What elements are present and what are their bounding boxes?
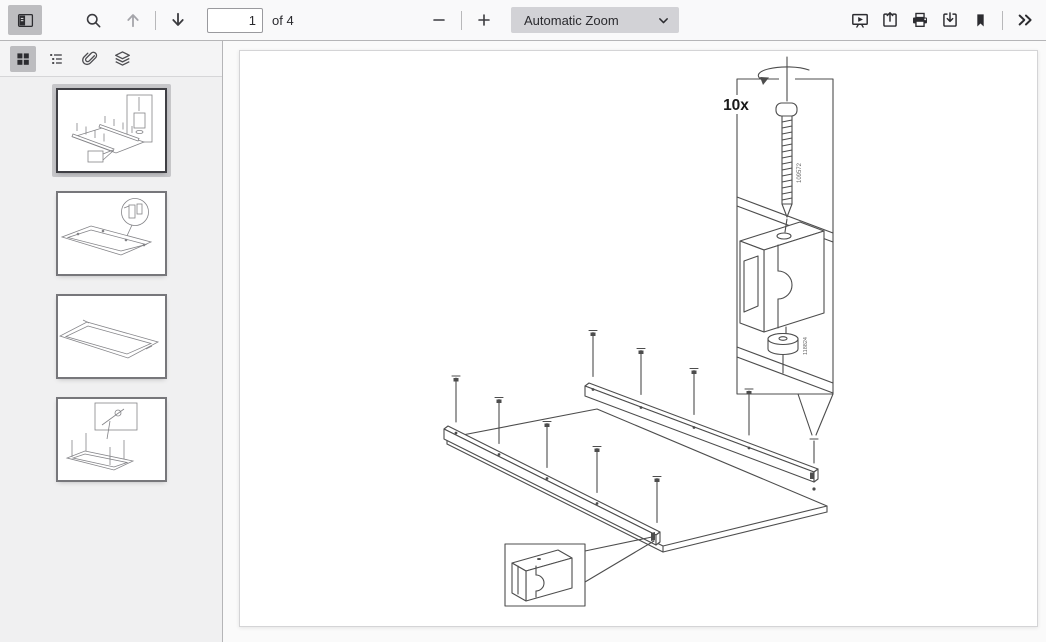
screw-part-number-label: 109572 (797, 162, 803, 183)
save-icon (941, 11, 959, 29)
presentation-mode-button[interactable] (845, 5, 875, 35)
arrow-up-icon (124, 11, 142, 29)
sidebar-toolbar (0, 41, 222, 77)
paperclip-icon (81, 50, 98, 67)
rail-end-detail-box (505, 537, 654, 606)
more-tools-button[interactable] (1010, 5, 1040, 35)
pdf-page-1: 10x 109572 118824 (239, 50, 1038, 627)
sidebar (0, 41, 223, 642)
pdf-viewer-app: of 4 Automatic Zoom (0, 0, 1046, 642)
bookmark-icon (972, 12, 989, 29)
page-count-label: of 4 (272, 13, 294, 28)
diagram-lines (444, 57, 833, 606)
toolbar-divider (461, 11, 462, 30)
thumbnail-page-4[interactable] (52, 393, 171, 486)
sidebar-toggle-icon (17, 12, 34, 29)
toolbar-right (845, 0, 1040, 40)
thumbnail-page-3[interactable] (52, 290, 171, 383)
chevron-down-icon (657, 14, 670, 27)
current-view-button[interactable] (965, 5, 995, 35)
outline-list-icon (48, 51, 64, 67)
thumbnail-page-3-preview (58, 296, 165, 377)
toolbar: of 4 Automatic Zoom (0, 0, 1046, 41)
layers-icon (114, 50, 131, 67)
presentation-icon (851, 11, 869, 29)
viewer-body: 10x 109572 118824 (0, 41, 1046, 642)
toolbar-divider (155, 11, 156, 30)
thumbnail-page-2-preview (58, 193, 165, 274)
zoom-out-button[interactable] (424, 5, 454, 35)
page-up-button[interactable] (118, 5, 148, 35)
print-button[interactable] (905, 5, 935, 35)
page-number-input[interactable] (207, 8, 263, 33)
bracket-detail (740, 222, 824, 332)
find-button[interactable] (78, 5, 108, 35)
page-down-button[interactable] (163, 5, 193, 35)
attachments-view-button[interactable] (76, 46, 102, 72)
zoom-level-dropdown[interactable]: Automatic Zoom (511, 7, 679, 33)
thumbnails-view-button[interactable] (10, 46, 36, 72)
arrow-down-icon (169, 11, 187, 29)
thumbnail-list (0, 77, 222, 642)
assembly-diagram: 10x 109572 118824 (240, 51, 1037, 626)
open-file-button[interactable] (875, 5, 905, 35)
open-file-icon (881, 11, 899, 29)
toolbar-divider (1002, 11, 1003, 30)
zoom-level-label: Automatic Zoom (524, 13, 619, 28)
thumbnail-page-4-preview (58, 399, 165, 480)
thumbnails-grid-icon (15, 51, 31, 67)
toolbar-zoom-group: Automatic Zoom (424, 0, 679, 40)
thumbnail-page-1-preview (58, 90, 165, 171)
toolbar-left: of 4 (0, 5, 294, 35)
thumbnail-page-2[interactable] (52, 187, 171, 280)
layers-view-button[interactable] (109, 46, 135, 72)
search-icon (85, 12, 102, 29)
spacer-part-number-label: 118824 (803, 337, 809, 355)
thumbnail-page-1[interactable] (52, 84, 171, 177)
quantity-label: 10x (723, 97, 749, 114)
outline-view-button[interactable] (43, 46, 69, 72)
plus-icon (476, 12, 492, 28)
double-chevron-right-icon (1016, 11, 1034, 29)
minus-icon (431, 12, 447, 28)
print-icon (911, 11, 929, 29)
zoom-in-button[interactable] (469, 5, 499, 35)
save-button[interactable] (935, 5, 965, 35)
screw-detail (758, 57, 809, 232)
toggle-sidebar-button[interactable] (8, 5, 42, 35)
viewer-container: 10x 109572 118824 (223, 41, 1046, 642)
spacer-detail (768, 327, 798, 373)
